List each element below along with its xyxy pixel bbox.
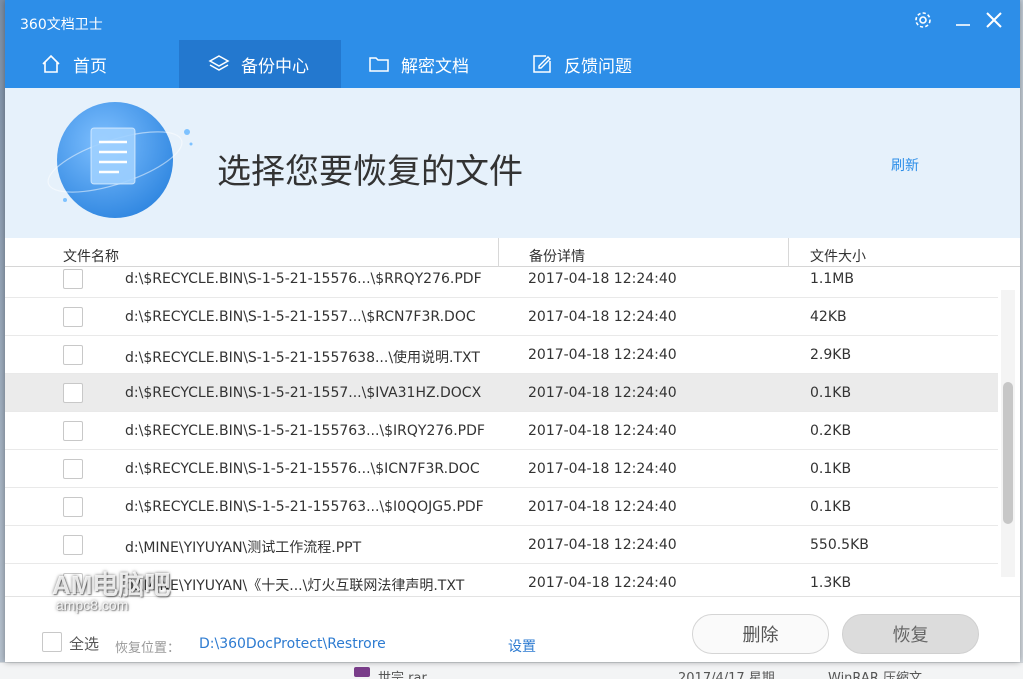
file-size: 0.1KB bbox=[810, 461, 852, 477]
backup-time: 2017-04-18 12:24:40 bbox=[528, 537, 677, 553]
file-name: d:\$RECYCLE.BIN\S-1-5-21-1557638...\使用说明… bbox=[125, 350, 480, 366]
restore-settings-link[interactable]: 设置 bbox=[508, 636, 536, 656]
table-row[interactable]: d:\MINE\YIYUYAN\测试工作流程.PPT 2017-04-18 12… bbox=[5, 526, 998, 564]
backup-time: 2017-04-18 12:24:40 bbox=[528, 347, 677, 363]
delete-button[interactable]: 删除 bbox=[692, 614, 829, 654]
watermark-logo-text: AM电脑吧 bbox=[52, 570, 171, 600]
file-name: d:\$RECYCLE.BIN\S-1-5-21-15576...\$ICN7F… bbox=[125, 461, 480, 477]
table-row[interactable]: d:\$RECYCLE.BIN\S-1-5-21-155763...\$I0QO… bbox=[5, 488, 998, 526]
minimize-icon bbox=[956, 24, 970, 26]
tab-backup-center[interactable]: 备份中心 bbox=[179, 40, 341, 88]
column-divider[interactable] bbox=[498, 238, 499, 267]
file-size: 0.2KB bbox=[810, 423, 852, 439]
app-window: 360文档卫士 首页 备份中心 解密文档 反馈问题 选择您要恢复的文件 刷新 文… bbox=[5, 0, 1020, 662]
file-size: 42KB bbox=[810, 309, 847, 325]
gear-icon bbox=[915, 12, 931, 28]
row-checkbox[interactable] bbox=[63, 459, 83, 479]
row-checkbox[interactable] bbox=[63, 345, 83, 365]
select-all-checkbox[interactable] bbox=[42, 632, 62, 652]
edit-icon bbox=[530, 52, 554, 76]
table-row[interactable]: d:\$RECYCLE.BIN\S-1-5-21-15576...\$RRQY2… bbox=[5, 267, 998, 298]
file-name: d:\$RECYCLE.BIN\S-1-5-21-155763...\$I0QO… bbox=[125, 499, 484, 515]
layers-icon bbox=[207, 52, 231, 76]
row-checkbox[interactable] bbox=[63, 497, 83, 517]
file-size: 0.1KB bbox=[810, 499, 852, 515]
row-checkbox[interactable] bbox=[63, 421, 83, 441]
file-list: d:\$RECYCLE.BIN\S-1-5-21-15576...\$RRQY2… bbox=[5, 267, 1020, 596]
file-name: d:\MINE\YIYUYAN\测试工作流程.PPT bbox=[125, 540, 362, 556]
page-title: 选择您要恢复的文件 bbox=[217, 152, 523, 192]
row-checkbox[interactable] bbox=[63, 383, 83, 403]
table-row[interactable]: d:\$RECYCLE.BIN\S-1-5-21-1557...\$IVA31H… bbox=[5, 374, 998, 412]
select-all-label[interactable]: 全选 bbox=[69, 633, 99, 654]
row-checkbox[interactable] bbox=[63, 269, 83, 289]
tab-home-label: 首页 bbox=[73, 56, 107, 77]
bg-file-type: WinRAR 压缩文 bbox=[828, 671, 922, 679]
file-name: d:\$RECYCLE.BIN\S-1-5-21-15576...\$RRQY2… bbox=[125, 271, 482, 287]
column-header-detail[interactable]: 备份详情 bbox=[529, 246, 585, 266]
table-row[interactable]: d:\$RECYCLE.BIN\S-1-5-21-1557...\$RCN7F3… bbox=[5, 298, 998, 336]
main-tabs: 首页 备份中心 解密文档 反馈问题 bbox=[13, 40, 664, 88]
header-banner: 选择您要恢复的文件 刷新 bbox=[5, 88, 1020, 238]
backup-time: 2017-04-18 12:24:40 bbox=[528, 271, 677, 287]
app-title: 360文档卫士 bbox=[20, 17, 103, 33]
file-name: d:\$RECYCLE.BIN\S-1-5-21-1557...\$IVA31H… bbox=[125, 385, 482, 401]
title-bar: 360文档卫士 首页 备份中心 解密文档 反馈问题 bbox=[5, 0, 1020, 88]
tab-feedback-label: 反馈问题 bbox=[564, 56, 632, 77]
home-icon bbox=[39, 52, 63, 76]
tab-feedback[interactable]: 反馈问题 bbox=[504, 40, 664, 88]
file-name: d:\$RECYCLE.BIN\S-1-5-21-155763...\$IRQY… bbox=[125, 423, 485, 439]
watermark-url: ampc8.com bbox=[56, 597, 129, 613]
restore-path[interactable]: D:\360DocProtect\Restrore bbox=[199, 636, 386, 652]
table-row[interactable]: d:\$RECYCLE.BIN\S-1-5-21-155763...\$IRQY… bbox=[5, 412, 998, 450]
table-row[interactable]: d:\$RECYCLE.BIN\S-1-5-21-1557638...\使用说明… bbox=[5, 336, 998, 374]
backup-time: 2017-04-18 12:24:40 bbox=[528, 575, 677, 591]
close-button[interactable] bbox=[982, 8, 1006, 32]
tab-home[interactable]: 首页 bbox=[13, 40, 179, 88]
column-divider[interactable] bbox=[788, 238, 789, 267]
bg-file-date: 2017/4/17 星期 bbox=[678, 671, 775, 679]
backup-time: 2017-04-18 12:24:40 bbox=[528, 309, 677, 325]
tab-backup-label: 备份中心 bbox=[241, 56, 309, 77]
close-icon bbox=[986, 12, 1002, 28]
backup-time: 2017-04-18 12:24:40 bbox=[528, 461, 677, 477]
file-size: 1.3KB bbox=[810, 575, 852, 591]
backup-time: 2017-04-18 12:24:40 bbox=[528, 385, 677, 401]
file-size: 0.1KB bbox=[810, 385, 852, 401]
backup-time: 2017-04-18 12:24:40 bbox=[528, 499, 677, 515]
file-size: 550.5KB bbox=[810, 537, 869, 553]
bg-file-name: 世宗.rar bbox=[378, 671, 427, 679]
restore-location-label: 恢复位置： bbox=[115, 641, 181, 656]
file-name: d:\$RECYCLE.BIN\S-1-5-21-1557...\$RCN7F3… bbox=[125, 309, 476, 325]
rar-file-icon bbox=[354, 667, 370, 677]
document-restore-icon bbox=[47, 102, 193, 218]
file-size: 1.1MB bbox=[810, 271, 854, 287]
file-size: 2.9KB bbox=[810, 347, 852, 363]
folder-icon bbox=[367, 52, 391, 76]
scrollbar-thumb[interactable] bbox=[1003, 382, 1013, 524]
minimize-button[interactable] bbox=[951, 8, 975, 32]
row-checkbox[interactable] bbox=[63, 307, 83, 327]
background-file-row: 世宗.rar 2017/4/17 星期 WinRAR 压缩文 bbox=[0, 662, 1023, 679]
settings-button[interactable] bbox=[911, 8, 935, 32]
restore-button[interactable]: 恢复 bbox=[842, 614, 979, 654]
refresh-link[interactable]: 刷新 bbox=[891, 155, 919, 175]
row-checkbox[interactable] bbox=[63, 535, 83, 555]
table-row[interactable]: d:\$RECYCLE.BIN\S-1-5-21-15576...\$ICN7F… bbox=[5, 450, 998, 488]
tab-decrypt-label: 解密文档 bbox=[401, 56, 469, 77]
column-header-name[interactable]: 文件名称 bbox=[63, 246, 119, 266]
file-table-header: 文件名称 备份详情 文件大小 bbox=[5, 238, 1020, 267]
column-header-size[interactable]: 文件大小 bbox=[810, 246, 866, 266]
file-name: d:\MINE\YIYUYAN\《十天...\灯火互联网法律声明.TXT bbox=[125, 578, 465, 594]
tab-decrypt[interactable]: 解密文档 bbox=[341, 40, 504, 88]
backup-time: 2017-04-18 12:24:40 bbox=[528, 423, 677, 439]
site-watermark: AM电脑吧 ampc8.com bbox=[52, 572, 170, 612]
